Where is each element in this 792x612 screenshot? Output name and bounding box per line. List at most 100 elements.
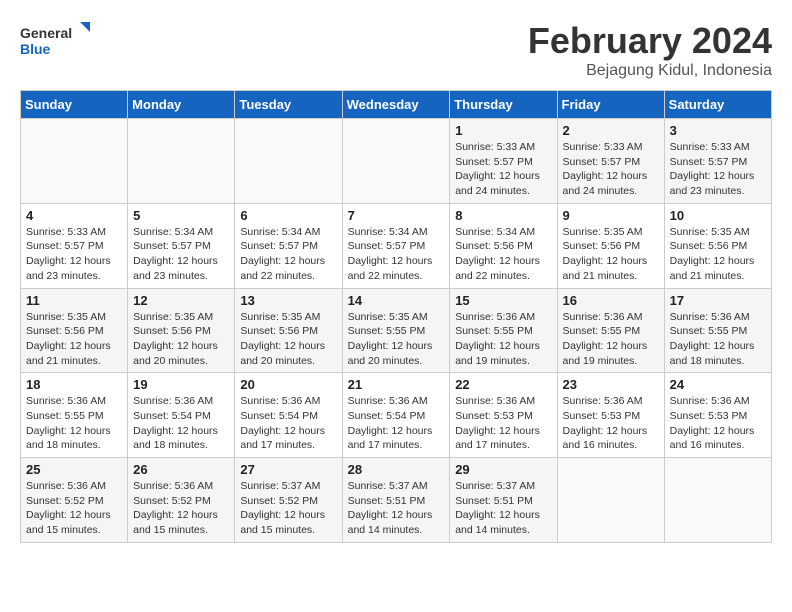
day-number: 10 xyxy=(670,208,766,223)
day-number: 2 xyxy=(563,123,659,138)
day-info: Sunrise: 5:35 AMSunset: 5:56 PMDaylight:… xyxy=(563,225,659,284)
calendar-cell: 25 Sunrise: 5:36 AMSunset: 5:52 PMDayligh… xyxy=(21,458,128,543)
week-row-5: 25 Sunrise: 5:36 AMSunset: 5:52 PMDayligh… xyxy=(21,458,772,543)
calendar-cell xyxy=(21,119,128,204)
day-info: Sunrise: 5:36 AMSunset: 5:55 PMDaylight:… xyxy=(670,310,766,369)
calendar-cell: 22 Sunrise: 5:36 AMSunset: 5:53 PMDayligh… xyxy=(450,373,557,458)
calendar-cell: 26 Sunrise: 5:36 AMSunset: 5:52 PMDayligh… xyxy=(128,458,235,543)
week-row-3: 11 Sunrise: 5:35 AMSunset: 5:56 PMDayligh… xyxy=(21,288,772,373)
day-number: 27 xyxy=(240,462,336,477)
day-number: 5 xyxy=(133,208,229,223)
day-info: Sunrise: 5:33 AMSunset: 5:57 PMDaylight:… xyxy=(26,225,122,284)
col-monday: Monday xyxy=(128,91,235,119)
col-wednesday: Wednesday xyxy=(342,91,450,119)
calendar-cell: 9 Sunrise: 5:35 AMSunset: 5:56 PMDaylight… xyxy=(557,203,664,288)
day-info: Sunrise: 5:36 AMSunset: 5:55 PMDaylight:… xyxy=(26,394,122,453)
day-number: 25 xyxy=(26,462,122,477)
day-number: 7 xyxy=(348,208,445,223)
day-number: 18 xyxy=(26,377,122,392)
day-info: Sunrise: 5:36 AMSunset: 5:54 PMDaylight:… xyxy=(240,394,336,453)
calendar-cell: 28 Sunrise: 5:37 AMSunset: 5:51 PMDayligh… xyxy=(342,458,450,543)
day-info: Sunrise: 5:35 AMSunset: 5:55 PMDaylight:… xyxy=(348,310,445,369)
day-info: Sunrise: 5:34 AMSunset: 5:57 PMDaylight:… xyxy=(133,225,229,284)
calendar-cell: 10 Sunrise: 5:35 AMSunset: 5:56 PMDayligh… xyxy=(664,203,771,288)
calendar-cell: 14 Sunrise: 5:35 AMSunset: 5:55 PMDayligh… xyxy=(342,288,450,373)
day-number: 29 xyxy=(455,462,551,477)
calendar-cell: 19 Sunrise: 5:36 AMSunset: 5:54 PMDayligh… xyxy=(128,373,235,458)
calendar-cell: 24Sunrise: 5:36 AMSunset: 5:53 PMDayligh… xyxy=(664,373,771,458)
logo-svg: General Blue xyxy=(20,20,90,60)
day-info: Sunrise: 5:35 AMSunset: 5:56 PMDaylight:… xyxy=(26,310,122,369)
svg-text:General: General xyxy=(20,25,72,41)
day-number: 1 xyxy=(455,123,551,138)
month-title: February 2024 xyxy=(528,20,772,62)
day-info: Sunrise: 5:34 AMSunset: 5:57 PMDaylight:… xyxy=(240,225,336,284)
calendar-cell: 4Sunrise: 5:33 AMSunset: 5:57 PMDaylight… xyxy=(21,203,128,288)
day-number: 11 xyxy=(26,293,122,308)
day-info: Sunrise: 5:35 AMSunset: 5:56 PMDaylight:… xyxy=(240,310,336,369)
day-info: Sunrise: 5:35 AMSunset: 5:56 PMDaylight:… xyxy=(670,225,766,284)
calendar-cell xyxy=(128,119,235,204)
calendar-cell xyxy=(342,119,450,204)
svg-text:Blue: Blue xyxy=(20,41,51,57)
day-number: 22 xyxy=(455,377,551,392)
day-info: Sunrise: 5:36 AMSunset: 5:53 PMDaylight:… xyxy=(563,394,659,453)
col-friday: Friday xyxy=(557,91,664,119)
day-number: 12 xyxy=(133,293,229,308)
day-number: 26 xyxy=(133,462,229,477)
calendar-cell: 7 Sunrise: 5:34 AMSunset: 5:57 PMDaylight… xyxy=(342,203,450,288)
page-header: General Blue February 2024 Bejagung Kidu… xyxy=(20,20,772,80)
calendar-cell xyxy=(557,458,664,543)
day-info: Sunrise: 5:33 AMSunset: 5:57 PMDaylight:… xyxy=(455,140,551,199)
day-number: 6 xyxy=(240,208,336,223)
day-info: Sunrise: 5:34 AMSunset: 5:56 PMDaylight:… xyxy=(455,225,551,284)
calendar-cell: 23Sunrise: 5:36 AMSunset: 5:53 PMDayligh… xyxy=(557,373,664,458)
calendar-cell: 17 Sunrise: 5:36 AMSunset: 5:55 PMDayligh… xyxy=(664,288,771,373)
logo: General Blue xyxy=(20,20,90,60)
day-number: 19 xyxy=(133,377,229,392)
day-number: 17 xyxy=(670,293,766,308)
day-number: 28 xyxy=(348,462,445,477)
calendar-cell: 8 Sunrise: 5:34 AMSunset: 5:56 PMDaylight… xyxy=(450,203,557,288)
calendar-cell: 11 Sunrise: 5:35 AMSunset: 5:56 PMDayligh… xyxy=(21,288,128,373)
calendar-cell: 20 Sunrise: 5:36 AMSunset: 5:54 PMDayligh… xyxy=(235,373,342,458)
day-info: Sunrise: 5:33 AMSunset: 5:57 PMDaylight:… xyxy=(670,140,766,199)
col-thursday: Thursday xyxy=(450,91,557,119)
calendar-cell xyxy=(235,119,342,204)
day-info: Sunrise: 5:36 AMSunset: 5:52 PMDaylight:… xyxy=(133,479,229,538)
day-info: Sunrise: 5:37 AMSunset: 5:51 PMDaylight:… xyxy=(348,479,445,538)
calendar-table: Sunday Monday Tuesday Wednesday Thursday… xyxy=(20,90,772,543)
day-info: Sunrise: 5:34 AMSunset: 5:57 PMDaylight:… xyxy=(348,225,445,284)
col-saturday: Saturday xyxy=(664,91,771,119)
day-number: 9 xyxy=(563,208,659,223)
day-number: 8 xyxy=(455,208,551,223)
calendar-cell xyxy=(664,458,771,543)
calendar-header-row: Sunday Monday Tuesday Wednesday Thursday… xyxy=(21,91,772,119)
day-info: Sunrise: 5:36 AMSunset: 5:52 PMDaylight:… xyxy=(26,479,122,538)
day-info: Sunrise: 5:36 AMSunset: 5:53 PMDaylight:… xyxy=(455,394,551,453)
calendar-cell: 27Sunrise: 5:37 AMSunset: 5:52 PMDayligh… xyxy=(235,458,342,543)
location: Bejagung Kidul, Indonesia xyxy=(528,62,772,80)
day-number: 3 xyxy=(670,123,766,138)
day-number: 16 xyxy=(563,293,659,308)
day-number: 15 xyxy=(455,293,551,308)
calendar-cell: 29 Sunrise: 5:37 AMSunset: 5:51 PMDayligh… xyxy=(450,458,557,543)
calendar-cell: 2 Sunrise: 5:33 AMSunset: 5:57 PMDaylight… xyxy=(557,119,664,204)
title-block: February 2024 Bejagung Kidul, Indonesia xyxy=(528,20,772,80)
day-number: 21 xyxy=(348,377,445,392)
col-sunday: Sunday xyxy=(21,91,128,119)
calendar-cell: 12 Sunrise: 5:35 AMSunset: 5:56 PMDayligh… xyxy=(128,288,235,373)
day-info: Sunrise: 5:36 AMSunset: 5:54 PMDaylight:… xyxy=(133,394,229,453)
day-info: Sunrise: 5:36 AMSunset: 5:54 PMDaylight:… xyxy=(348,394,445,453)
day-number: 14 xyxy=(348,293,445,308)
calendar-cell: 3 Sunrise: 5:33 AMSunset: 5:57 PMDaylight… xyxy=(664,119,771,204)
day-info: Sunrise: 5:36 AMSunset: 5:55 PMDaylight:… xyxy=(563,310,659,369)
day-info: Sunrise: 5:36 AMSunset: 5:55 PMDaylight:… xyxy=(455,310,551,369)
day-info: Sunrise: 5:33 AMSunset: 5:57 PMDaylight:… xyxy=(563,140,659,199)
day-info: Sunrise: 5:35 AMSunset: 5:56 PMDaylight:… xyxy=(133,310,229,369)
week-row-4: 18 Sunrise: 5:36 AMSunset: 5:55 PMDayligh… xyxy=(21,373,772,458)
day-info: Sunrise: 5:37 AMSunset: 5:51 PMDaylight:… xyxy=(455,479,551,538)
day-number: 20 xyxy=(240,377,336,392)
calendar-cell: 1 Sunrise: 5:33 AMSunset: 5:57 PMDaylight… xyxy=(450,119,557,204)
calendar-cell: 16 Sunrise: 5:36 AMSunset: 5:55 PMDayligh… xyxy=(557,288,664,373)
